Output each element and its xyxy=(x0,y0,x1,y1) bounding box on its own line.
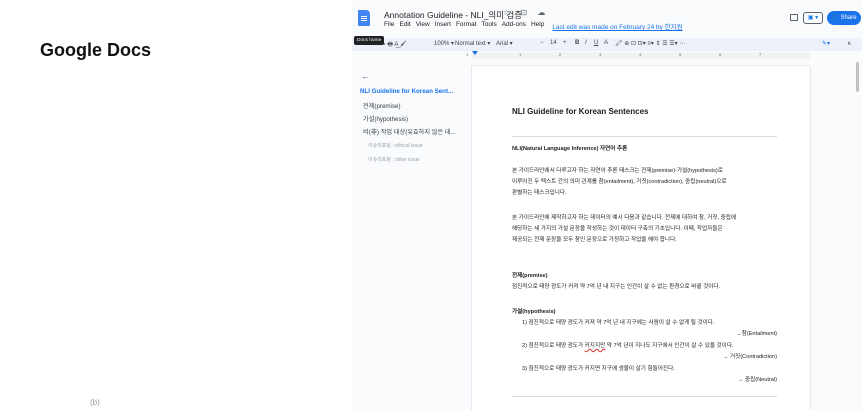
section-title: NLI(Natural Language Inference) 자연어 추론 xyxy=(512,146,628,152)
ruler-number: 5 xyxy=(679,52,682,57)
menu-format[interactable]: Format xyxy=(456,21,477,31)
ruler-number: 6 xyxy=(719,52,722,57)
ruler-number: 1 xyxy=(519,52,522,57)
paragraph-line: 본 가이드라인에서 다루고자 하는 자연어 추론 태스크는 전제(premise… xyxy=(512,168,723,174)
paragraph-line: 본 가이드라인에 제작하고자 하는 데이터의 예시 다음과 같습니다. 전제에 … xyxy=(512,215,737,221)
font-size-increase-button[interactable]: + xyxy=(563,40,567,46)
hypothesis-2-text: 2) 점진적으로 태양 광도가 커지지만 약 7억 년이 지나도 지구에서 인간… xyxy=(522,343,734,349)
zoom-select[interactable]: 100% ▾ xyxy=(434,40,454,47)
hypothesis-3-text: 3) 점진적으로 태양 광도가 커지면 지구에 생물이 살기 힘들어진다. xyxy=(522,366,675,372)
hypothesis-1-text: 1) 점진적으로 태양 광도가 커져 약 7억 년 내 지구에는 사람이 살 수… xyxy=(522,320,715,326)
panel-title: Google Docs xyxy=(40,40,152,60)
editing-mode-pencil-icon[interactable]: ✎▾ xyxy=(822,40,830,47)
ruler-number: 1 xyxy=(466,52,469,57)
comment-history-icon[interactable] xyxy=(790,14,798,21)
contradiction-label: → 거짓(Contradiction) xyxy=(722,354,777,360)
document-page[interactable]: NLI Guideline for Korean Sentences NLI(N… xyxy=(472,66,810,410)
collapse-menus-icon[interactable]: ∧ xyxy=(847,40,851,47)
italic-button[interactable]: I xyxy=(585,40,587,46)
paragraph-line: 해당하는 세 가지의 가설 문장을 작성하는 것이 데이터 구축의 기초입니다.… xyxy=(512,226,723,232)
menu-bar: File Edit View Insert Format Tools Add-o… xyxy=(384,21,683,31)
menu-edit[interactable]: Edit xyxy=(399,21,410,31)
outline-item-premise[interactable]: 전제(premise) xyxy=(363,101,401,110)
ruler[interactable]: 1 1 2 3 4 5 6 7 xyxy=(466,51,810,59)
entailment-label: →참(Entailment) xyxy=(736,331,777,337)
star-move-cloud-icons[interactable]: ☆ ⊡ ☁ xyxy=(503,8,549,17)
horizontal-rule xyxy=(512,136,777,137)
google-docs-window: Docs home Annotation Guideline - NLI_의미 … xyxy=(352,0,862,410)
bold-button[interactable]: B xyxy=(575,40,579,46)
indent-marker-icon[interactable] xyxy=(472,51,478,55)
ruler-number: 3 xyxy=(599,52,602,57)
outline-item-hypothesis[interactable]: 가설(hypothesis) xyxy=(363,114,408,123)
last-edit-link[interactable]: Last edit was made on February 24 by 한지원 xyxy=(552,21,682,31)
paragraph-line: 판별하는 태스크입니다. xyxy=(512,190,567,196)
menu-insert[interactable]: Insert xyxy=(435,21,451,31)
premise-text: 점진적으로 태양 광도가 커져 약 7억 년 내 지구는 인간이 살 수 없는 … xyxy=(512,284,721,290)
neutral-label: → 중립(Neutral) xyxy=(737,377,777,383)
outline-item-ethical-issue[interactable]: 이슈리포팅 : ethical issue xyxy=(368,142,423,149)
ruler-number: 7 xyxy=(759,52,762,57)
underline-button[interactable]: U xyxy=(594,40,598,46)
horizontal-rule xyxy=(512,396,777,397)
ruler-number: 2 xyxy=(559,52,562,57)
menu-help[interactable]: Help xyxy=(531,21,544,31)
more-toolbar-icons[interactable]: 🖍 ⊕ ⊡ ⊡▾ ≡▾ ⇕ ☰ ☰▾ ⋯ xyxy=(615,40,685,47)
spelling-error-word[interactable]: 커지지만 xyxy=(585,343,606,349)
share-button[interactable]: 👤 Share xyxy=(827,11,861,25)
screenshot-root: Google Docs (b) Docs home Annotation Gui… xyxy=(0,0,862,414)
ruler-number: 4 xyxy=(639,52,642,57)
font-size-decrease-button[interactable]: − xyxy=(540,40,544,46)
document-title[interactable]: Annotation Guideline - NLI_의미 검증 xyxy=(384,9,522,21)
vertical-scrollbar[interactable] xyxy=(856,62,859,92)
menu-view[interactable]: View xyxy=(416,21,430,31)
back-arrow-icon[interactable]: ← xyxy=(361,71,370,81)
paragraph-style-select[interactable]: Normal text ▾ xyxy=(455,40,490,47)
paragraph-line: 제공되는 전제 문장을 모두 참인 문장으로 가정하고 작업을 해야 합니다. xyxy=(512,237,677,243)
font-size-input[interactable]: 14 xyxy=(550,40,557,46)
menu-tools[interactable]: Tools xyxy=(482,21,497,31)
panel-footer-label: (b) xyxy=(90,398,100,407)
present-button[interactable]: ▣ ▾ xyxy=(803,12,823,24)
document-heading: NLI Guideline for Korean Sentences xyxy=(512,107,649,116)
font-select[interactable]: Arial ▾ xyxy=(496,40,513,47)
text-color-button[interactable]: A xyxy=(604,40,608,46)
docs-home-tooltip: Docs home xyxy=(354,36,385,45)
menu-add-ons[interactable]: Add-ons xyxy=(502,21,526,31)
outline-item-invalid-data[interactable]: 비(非) 작업 대상(유효하지 않은 데... xyxy=(363,127,456,136)
outline-item-other-issue[interactable]: 이슈리포팅 : other issue xyxy=(368,156,420,163)
hypothesis-label: 가설(hypothesis) xyxy=(512,309,556,315)
premise-label: 전제(premise) xyxy=(512,273,548,279)
menu-file[interactable]: File xyxy=(384,21,394,31)
paragraph-line: 이루어진 두 텍스트 간의 의미 관계를 참(entailment), 거짓(c… xyxy=(512,179,727,185)
docs-logo-icon[interactable] xyxy=(358,10,370,26)
outline-item-title[interactable]: NLI Guideline for Korean Sent... xyxy=(360,88,453,95)
